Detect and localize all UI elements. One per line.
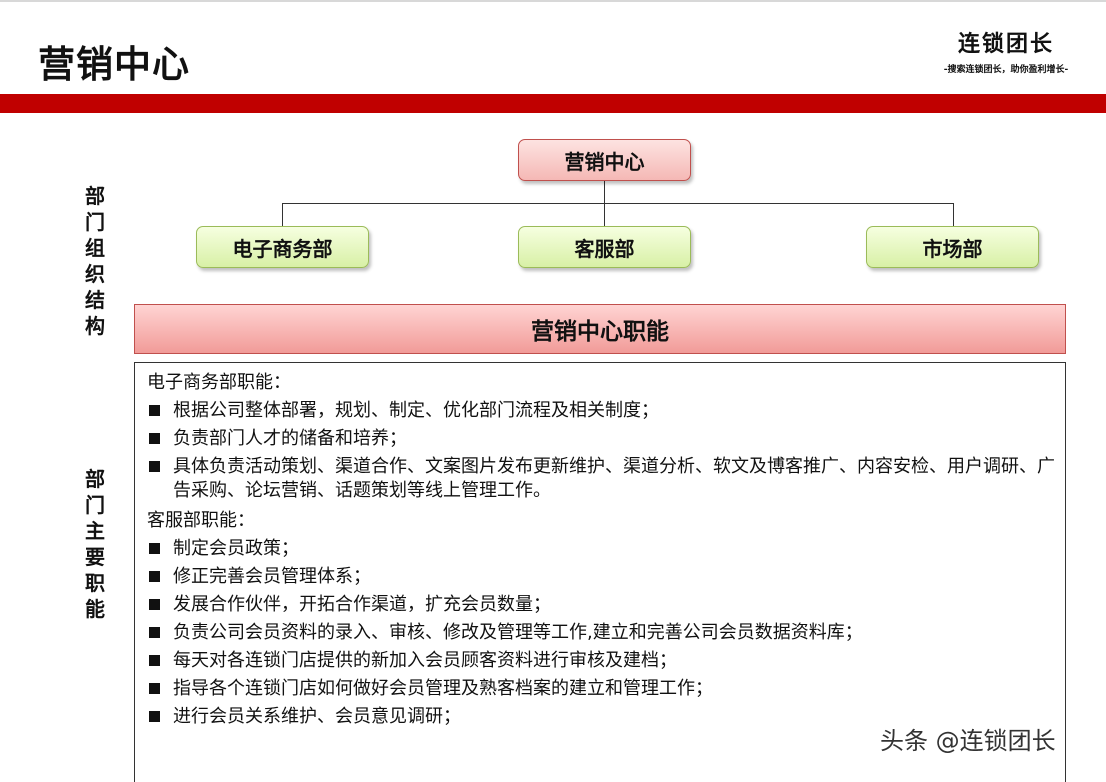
org-node-marketing: 市场部 (866, 226, 1039, 268)
top-divider (0, 0, 1106, 2)
duty-item: 负责部门人才的储备和培养； (147, 427, 1057, 451)
connector-horizontal (282, 203, 953, 204)
watermark-text: 头条 @连锁团长 (880, 727, 1056, 755)
side-label-structure: 部门组织结构 (85, 184, 105, 338)
org-node-customer-service: 客服部 (518, 226, 691, 268)
duties-title-band: 营销中心职能 (134, 304, 1066, 354)
org-node-ecommerce: 电子商务部 (196, 226, 369, 268)
brand-slogan: -搜索连锁团长，助你盈利增长- (943, 65, 1069, 75)
page-title: 营销中心 (38, 43, 190, 86)
duty-item: 具体负责活动策划、渠道合作、文案图片发布更新维护、渠道分析、软文及博客推广、内容… (147, 455, 1057, 503)
header-red-bar (0, 94, 1106, 113)
duty-item: 负责公司会员资料的录入、审核、修改及管理等工作,建立和完善公司会员数据资料库； (147, 621, 1057, 645)
brand-logo: 连锁团长 -搜索连锁团长，助你盈利增长- (926, 26, 1086, 75)
duty-item: 发展合作伙伴，开拓合作渠道，扩充会员数量； (147, 593, 1057, 617)
org-node-root: 营销中心 (518, 139, 691, 181)
duty-item: 每天对各连锁门店提供的新加入会员顾客资料进行审核及建档； (147, 649, 1057, 673)
side-label-duties: 部门主要职能 (85, 467, 105, 621)
brand-name: 连锁团长 (957, 31, 1054, 57)
dept-heading-ecommerce: 电子商务部职能： (147, 372, 291, 393)
duty-item: 修正完善会员管理体系； (147, 565, 1057, 589)
connector-right-down (953, 203, 954, 226)
duty-item: 根据公司整体部署，规划、制定、优化部门流程及相关制度； (147, 399, 1057, 423)
connector-left-down (282, 203, 283, 226)
dept-heading-customer-service: 客服部职能： (147, 510, 255, 531)
duty-item: 制定会员政策； (147, 537, 1057, 561)
duties-box: 电子商务部职能： 根据公司整体部署，规划、制定、优化部门流程及相关制度； 负责部… (134, 362, 1066, 782)
duty-item: 指导各个连锁门店如何做好会员管理及熟客档案的建立和管理工作； (147, 677, 1057, 701)
